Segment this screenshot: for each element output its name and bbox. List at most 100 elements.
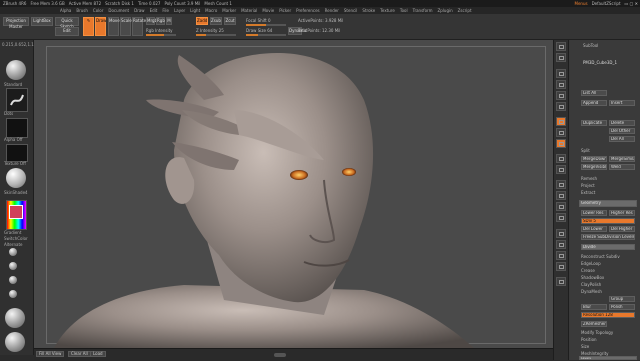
move-mode-button[interactable]: Move xyxy=(108,17,120,36)
brush-slot-6[interactable] xyxy=(5,332,25,352)
duplicate-button[interactable]: Duplicate xyxy=(581,120,607,126)
draw-mode-button[interactable]: Draw xyxy=(95,17,106,36)
zremesher-button[interactable]: ZRemesher xyxy=(581,321,607,327)
scroll-button[interactable] xyxy=(556,69,566,78)
blur-button[interactable]: Blur xyxy=(581,304,607,310)
zoom-button[interactable] xyxy=(556,80,566,89)
material-thumbnail[interactable] xyxy=(6,168,26,188)
document-canvas[interactable] xyxy=(34,40,553,348)
menu-alpha[interactable]: Alpha xyxy=(60,8,71,13)
bpr-button[interactable] xyxy=(556,42,566,51)
menu-document[interactable]: Document xyxy=(108,8,129,13)
menu-picker[interactable]: Picker xyxy=(279,8,291,13)
reconstruct-subdiv[interactable]: Reconstruct Subdiv xyxy=(581,254,620,259)
focal-shift-slider[interactable] xyxy=(246,24,286,26)
menu-tool[interactable]: Tool xyxy=(400,8,408,13)
persp-button[interactable] xyxy=(556,117,566,126)
scale-button[interactable] xyxy=(556,202,566,211)
zsub-toggle[interactable]: Zsub xyxy=(210,17,222,25)
mrgb-toggle[interactable]: Mrgb xyxy=(146,17,157,25)
menu-marker[interactable]: Marker xyxy=(222,8,236,13)
rotate-button[interactable] xyxy=(556,213,566,222)
menu-color[interactable]: Color xyxy=(93,8,103,13)
alpha-thumbnail[interactable] xyxy=(6,118,28,138)
group-button[interactable]: Group xyxy=(609,296,635,302)
del-other-button[interactable]: Del Other xyxy=(609,128,635,134)
frame-button[interactable] xyxy=(556,180,566,189)
main-color-swatch[interactable] xyxy=(9,205,23,219)
aahalf-button[interactable] xyxy=(556,102,566,111)
menu-macro[interactable]: Macro xyxy=(205,8,217,13)
merge-similar-button[interactable]: MergeSimilar xyxy=(609,156,635,162)
extract-section[interactable]: Extract xyxy=(581,190,595,195)
list-all-button[interactable]: List All xyxy=(581,90,607,96)
brush-slot-5[interactable] xyxy=(5,308,25,328)
dynamic-button[interactable] xyxy=(556,277,566,286)
menu-preferences[interactable]: Preferences xyxy=(296,8,320,13)
move-button[interactable] xyxy=(556,191,566,200)
position-section[interactable]: Position xyxy=(581,337,597,342)
split-section[interactable]: Split xyxy=(581,148,590,153)
window-controls-icon[interactable]: ▭ ▢ ✕ xyxy=(625,1,638,6)
zadd-toggle[interactable]: Zadd xyxy=(196,17,208,25)
merge-visible-button[interactable]: MergeVisible xyxy=(581,164,607,170)
insert-button[interactable]: Insert xyxy=(609,100,635,106)
menu-transform[interactable]: Transform xyxy=(413,8,433,13)
zscript-label[interactable]: DefaultZScript xyxy=(592,1,621,6)
menus-toggle[interactable]: Menus xyxy=(575,1,588,6)
switch-color-label[interactable]: SwitchColor xyxy=(4,236,28,241)
menu-stencil[interactable]: Stencil xyxy=(344,8,358,13)
local-button[interactable] xyxy=(556,139,566,148)
fill-all-view-button[interactable]: Fill All View xyxy=(36,351,65,357)
dynamesh-section[interactable]: DynaMesh xyxy=(581,289,602,294)
texture-thumbnail[interactable] xyxy=(6,144,28,162)
edge-loop-section[interactable]: EdgeLoop xyxy=(581,261,601,266)
menu-stroke[interactable]: Stroke xyxy=(362,8,375,13)
freeze-subdivision-button[interactable]: Freeze SubDivision Levels xyxy=(581,234,635,240)
menu-material[interactable]: Material xyxy=(241,8,257,13)
sdiv-slider[interactable]: SDiv 5 xyxy=(581,218,635,224)
layers-header[interactable]: Layers xyxy=(579,356,637,360)
delete-button[interactable]: Delete xyxy=(609,120,635,126)
rgb-intensity-slider[interactable] xyxy=(146,34,176,36)
del-higher-button[interactable]: Del Higher xyxy=(609,226,635,232)
projection-master-button[interactable]: Projection Master xyxy=(3,17,29,29)
modify-topology-section[interactable]: Modify Topology xyxy=(581,330,613,335)
rotate-mode-button[interactable]: Rotate xyxy=(132,17,146,36)
rgb-toggle[interactable]: Rgb xyxy=(156,17,165,25)
polish-button[interactable]: Polish xyxy=(609,304,635,310)
resolution-slider[interactable]: Resolution 128 xyxy=(581,312,635,318)
menu-zscript[interactable]: Zscript xyxy=(458,8,472,13)
z-intensity-slider[interactable] xyxy=(196,34,236,36)
divide-button[interactable]: Divide xyxy=(581,244,635,250)
lower-res-button[interactable]: Lower Res xyxy=(581,210,607,216)
zcut-toggle[interactable]: Zcut xyxy=(224,17,236,25)
menu-brush[interactable]: Brush xyxy=(76,8,88,13)
spix-button[interactable] xyxy=(556,53,566,62)
del-all-button[interactable]: Del All xyxy=(609,136,635,142)
menu-zplugin[interactable]: Zplugin xyxy=(438,8,453,13)
alternate-label[interactable]: Alternate xyxy=(4,242,22,247)
lsym-button[interactable] xyxy=(556,154,566,163)
actual-button[interactable] xyxy=(556,91,566,100)
load-button[interactable]: Load xyxy=(90,351,106,357)
size-section[interactable]: Size xyxy=(581,344,589,349)
menu-edit[interactable]: Edit xyxy=(150,8,158,13)
xpose-button[interactable] xyxy=(556,165,566,174)
scale-mode-button[interactable]: Scale xyxy=(120,17,132,36)
brush-slot-2[interactable] xyxy=(9,262,17,270)
stroke-thumbnail[interactable] xyxy=(6,88,28,112)
lightbox-button[interactable]: LightBox xyxy=(31,17,53,26)
menu-render[interactable]: Render xyxy=(325,8,339,13)
shadow-box-section[interactable]: ShadowBox xyxy=(581,275,604,280)
solo-button[interactable] xyxy=(556,262,566,271)
polyf-button[interactable] xyxy=(556,229,566,238)
brush-slot-4[interactable] xyxy=(9,290,17,298)
menu-texture[interactable]: Texture xyxy=(380,8,395,13)
crease-section[interactable]: Crease xyxy=(581,268,595,273)
collapse-tray-handle[interactable] xyxy=(274,353,286,357)
project-section[interactable]: Project xyxy=(581,183,595,188)
menu-movie[interactable]: Movie xyxy=(262,8,274,13)
menu-layer[interactable]: Layer xyxy=(174,8,185,13)
menu-draw[interactable]: Draw xyxy=(134,8,144,13)
